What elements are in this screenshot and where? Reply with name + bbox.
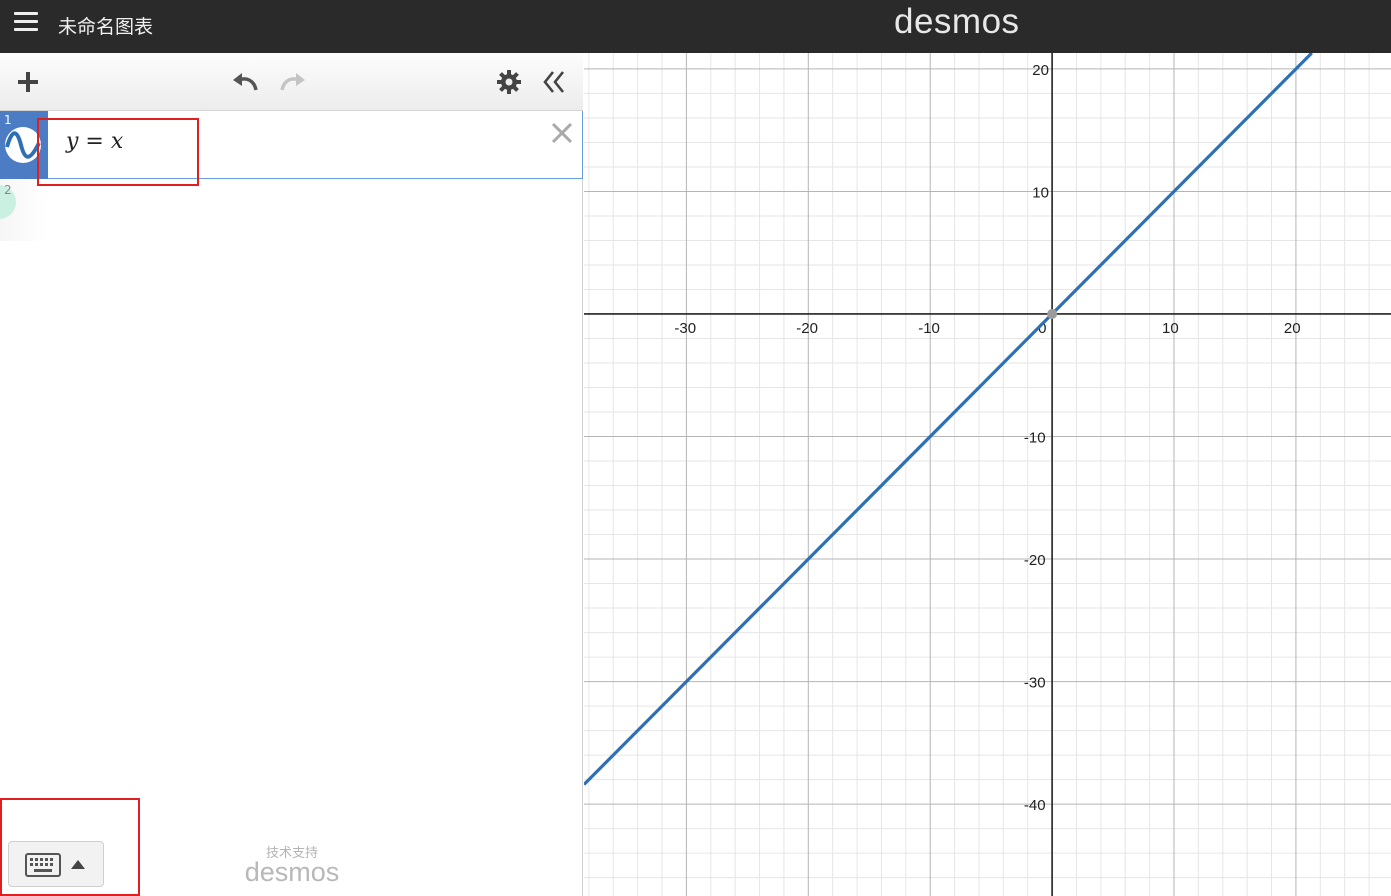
graph-title[interactable]: 未命名图表 (58, 12, 153, 39)
y-tick-label: -10 (1024, 430, 1046, 447)
undo-icon[interactable] (230, 68, 262, 96)
highlight-box-expression (37, 118, 199, 186)
y-tick-label: -20 (1024, 552, 1046, 569)
highlight-box-keyboard (0, 798, 140, 896)
expression-index: 2 (4, 183, 12, 197)
powered-by-logo: desmos (244, 857, 340, 887)
y-tick-label: -30 (1024, 675, 1046, 692)
y-tick-label: 20 (1032, 62, 1049, 79)
expression-row-empty[interactable]: 2 (0, 179, 583, 241)
y-tick-label: 10 (1032, 184, 1049, 201)
close-icon[interactable] (548, 119, 576, 147)
y-tick-label: -40 (1024, 797, 1046, 814)
powered-by-desmos[interactable]: 技术支持 desmos (240, 842, 344, 888)
graph-svg[interactable]: -30 -20 -10 0 10 202010-10-20-30-40 (584, 53, 1391, 896)
x-tick-label: 10 (1162, 320, 1179, 337)
desmos-logo: desmos (894, 2, 1020, 41)
plus-icon[interactable] (15, 69, 41, 95)
x-tick-label: -20 (796, 320, 818, 337)
top-bar: 未命名图表 desmos (0, 0, 1391, 53)
x-tick-label: -10 (918, 320, 940, 337)
hamburger-menu-icon[interactable] (14, 12, 40, 34)
gear-icon[interactable] (496, 69, 522, 95)
expression-tab[interactable]: 2 (0, 179, 48, 241)
expression-toolbar (0, 53, 583, 111)
redo-icon[interactable] (276, 68, 308, 96)
x-tick-label: 20 (1284, 320, 1301, 337)
double-chevron-left-icon[interactable] (541, 69, 567, 95)
origin-point (1047, 308, 1058, 319)
graph-canvas[interactable]: -30 -20 -10 0 10 20 20 10 -10 -20 -30 -40 (584, 53, 1391, 896)
x-tick-label: -30 (674, 320, 696, 337)
series-line (584, 53, 1313, 786)
